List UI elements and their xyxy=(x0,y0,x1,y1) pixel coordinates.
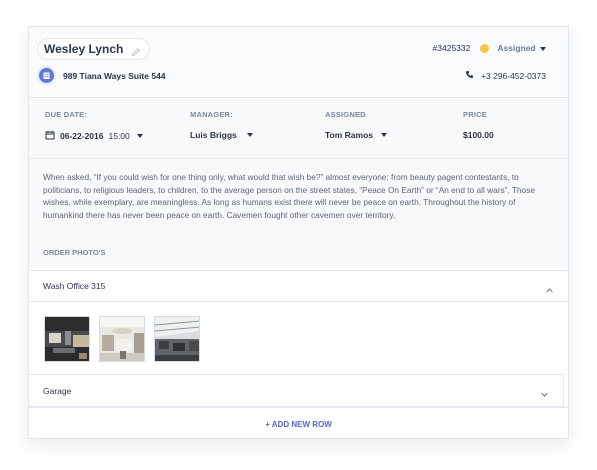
photo-thumbnail[interactable] xyxy=(44,316,90,362)
photo-thumbnail[interactable] xyxy=(99,316,145,362)
phone-icon xyxy=(465,70,474,81)
caret-down-icon xyxy=(381,133,388,137)
assigned-field: ASSIGNED Tom Ramos xyxy=(325,110,388,140)
caret-down-icon xyxy=(540,46,546,51)
phone-number: +3 296-452-0373 xyxy=(481,70,546,81)
phone-row: +3 296-452-0373 xyxy=(465,70,546,81)
photo-thumbnail[interactable] xyxy=(154,316,200,362)
photo-row-label: Wash Office 315 xyxy=(43,281,106,291)
assigned-label: ASSIGNED xyxy=(325,110,366,119)
order-fields: DUE DATE: 06-22-2016 15:00 MANAGER: Luis… xyxy=(29,98,568,159)
chevron-up-icon[interactable] xyxy=(545,282,554,292)
assigned-value: Tom Ramos xyxy=(325,130,374,140)
order-header: Wesley Lynch 989 Tiana Ways Suite 544 #3… xyxy=(29,27,568,97)
price-value: $100.00 xyxy=(463,130,494,140)
caret-down-icon xyxy=(246,133,253,137)
price-label: PRICE xyxy=(463,110,487,119)
due-date-label: DUE DATE: xyxy=(45,110,88,119)
order-card: Wesley Lynch 989 Tiana Ways Suite 544 #3… xyxy=(28,26,569,439)
manager-field: MANAGER: Luis Briggs xyxy=(190,110,253,140)
customer-name: Wesley Lynch xyxy=(44,42,124,56)
price-field: PRICE $100.00 xyxy=(463,110,494,140)
calendar-icon xyxy=(45,130,55,142)
assigned-select[interactable]: Tom Ramos xyxy=(325,130,388,140)
photo-thumbnails xyxy=(44,316,200,362)
order-photos-title: ORDER PHOTO'S xyxy=(43,248,106,257)
photo-row-label: Garage xyxy=(43,385,72,396)
status-dot xyxy=(480,43,490,53)
order-description: When asked, “If you could wish for one t… xyxy=(29,159,568,267)
status-dropdown[interactable]: Assigned xyxy=(497,43,546,53)
customer-name-field[interactable]: Wesley Lynch xyxy=(37,38,151,60)
order-status-area: #3425332 Assigned xyxy=(433,43,546,53)
building-icon xyxy=(39,68,54,83)
due-time-value: 15:00 xyxy=(108,131,130,141)
pencil-icon[interactable] xyxy=(131,44,141,57)
order-number: #3425332 xyxy=(432,43,471,53)
photo-row-wash-office[interactable]: Wash Office 315 xyxy=(29,270,568,302)
manager-label: MANAGER: xyxy=(190,110,233,119)
due-date-picker[interactable]: 06-22-2016 15:00 xyxy=(45,130,143,142)
photo-row-garage[interactable]: Garage xyxy=(29,374,564,407)
manager-select[interactable]: Luis Briggs xyxy=(190,130,253,140)
add-new-row-button[interactable]: + ADD NEW ROW xyxy=(29,407,568,438)
due-date-field: DUE DATE: 06-22-2016 15:00 xyxy=(45,110,143,142)
caret-down-icon xyxy=(136,134,143,138)
manager-value: Luis Briggs xyxy=(190,130,237,140)
customer-address: 989 Tiana Ways Suite 544 xyxy=(63,70,166,81)
chevron-down-icon[interactable] xyxy=(540,386,549,397)
due-date-value: 06-22-2016 xyxy=(60,131,104,141)
address-row: 989 Tiana Ways Suite 544 xyxy=(39,68,166,83)
status-label: Assigned xyxy=(497,43,536,53)
